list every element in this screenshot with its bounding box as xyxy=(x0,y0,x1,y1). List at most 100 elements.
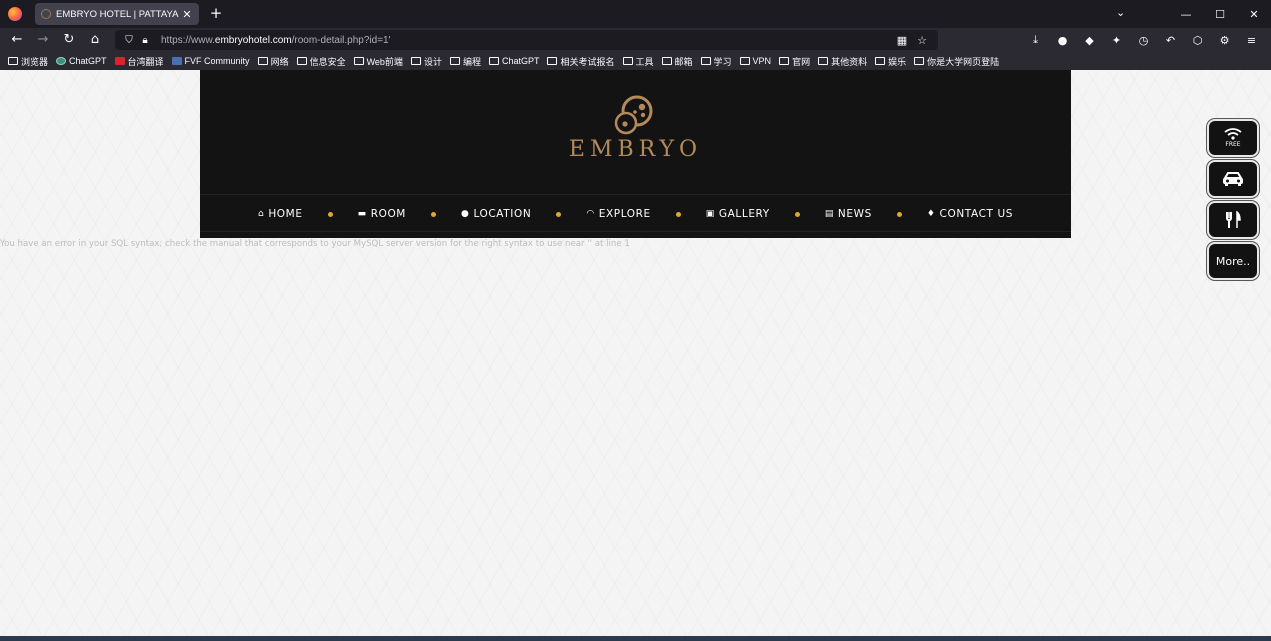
menu-item-label: NEWS xyxy=(837,208,872,220)
home-icon: ⌂ xyxy=(257,209,265,219)
bookmark-label: 学习 xyxy=(713,56,732,67)
restaurant-button[interactable] xyxy=(1207,201,1259,239)
bookmark-label: 官网 xyxy=(792,56,811,67)
bookmark-item[interactable]: 学习 xyxy=(700,55,732,68)
menu-item-news[interactable]: ▤ NEWS xyxy=(825,208,872,220)
folder-icon xyxy=(875,57,886,65)
menu-item-label: GALLERY xyxy=(718,208,770,220)
menu-item-label: EXPLORE xyxy=(598,208,651,220)
lock-icon[interactable]: 🔒︎ xyxy=(137,35,153,46)
bookmark-label: ChatGPT xyxy=(69,56,107,66)
bookmark-item[interactable]: 台湾翻译 xyxy=(114,55,164,68)
menu-separator-dot xyxy=(556,211,562,217)
history-icon[interactable]: ◷ xyxy=(1130,34,1157,47)
bookmark-label: 网络 xyxy=(270,56,289,67)
bookmark-item[interactable]: 编程 xyxy=(449,55,481,68)
menu-item-location[interactable]: ● LOCATION xyxy=(461,208,531,220)
undo-icon[interactable]: ↶ xyxy=(1157,34,1184,47)
active-tab[interactable]: EMBRYO HOTEL | PATTAYA ✕ xyxy=(35,3,199,25)
folder-icon xyxy=(547,57,558,65)
chatgpt-icon xyxy=(56,57,67,65)
profile-avatar-icon[interactable]: ● xyxy=(1049,34,1076,47)
folder-icon xyxy=(488,57,499,65)
bookmark-item[interactable]: 设计 xyxy=(410,55,442,68)
floating-action-buttons: FREE More.. xyxy=(1207,119,1259,283)
folder-icon xyxy=(353,57,364,65)
car-icon xyxy=(1223,172,1243,186)
qr-code-icon[interactable]: ▦ xyxy=(892,34,912,47)
bookmark-item[interactable]: 其他资料 xyxy=(818,55,867,68)
menu-separator-dot xyxy=(327,211,333,217)
downloads-icon[interactable]: ⤓ xyxy=(1022,33,1049,47)
url-text[interactable]: https://www.embryohotel.com/room-detail.… xyxy=(161,35,892,46)
menu-separator-dot xyxy=(896,211,902,217)
sql-error-message: You have an error in your SQL syntax; ch… xyxy=(0,239,630,249)
bookmark-item[interactable]: Web前端 xyxy=(353,55,403,68)
bookmark-item[interactable]: 娱乐 xyxy=(875,55,906,68)
bookmark-item[interactable]: 信息安全 xyxy=(296,55,346,68)
url-bar[interactable]: ⛉ 🔒︎ https://www.embryohotel.com/room-de… xyxy=(115,30,938,50)
folder-icon xyxy=(410,57,421,65)
menu-item-explore[interactable]: ◠ EXPLORE xyxy=(586,208,650,220)
extension-badge-icon[interactable]: ✦ xyxy=(1103,34,1130,47)
more-button[interactable]: More.. xyxy=(1207,242,1259,280)
back-button[interactable]: ← xyxy=(4,28,30,52)
bookmark-item[interactable]: ChatGPT xyxy=(56,56,107,66)
wifi-free-label: FREE xyxy=(1225,141,1241,148)
new-tab-button[interactable]: + xyxy=(208,5,224,21)
free-wifi-button[interactable]: FREE xyxy=(1207,119,1259,157)
menu-item-label: ROOM xyxy=(370,208,406,220)
firefox-icon[interactable] xyxy=(8,7,22,21)
bookmark-item[interactable]: FVF Community xyxy=(171,56,250,66)
tab-title: EMBRYO HOTEL | PATTAYA xyxy=(56,8,179,20)
extensions-puzzle-icon[interactable]: ⬡ xyxy=(1184,34,1211,47)
logo-wordmark[interactable]: EMBRYO xyxy=(200,137,1071,162)
minimize-button[interactable]: — xyxy=(1169,8,1203,21)
menu-hamburger-icon[interactable]: ≡ xyxy=(1238,34,1265,47)
menu-item-gallery[interactable]: ▣ GALLERY xyxy=(706,208,770,220)
bookmark-item[interactable]: 官网 xyxy=(779,55,810,68)
main-menu: ⌂ HOME ▬ ROOM ● LOCATION ◠ EXPLORE ▣ GALLERY ▤ NEWS… xyxy=(200,204,1071,224)
bookmark-item[interactable]: 网络 xyxy=(257,55,289,68)
bookmark-item[interactable]: 相关考试报名 xyxy=(547,55,615,68)
car-transfer-button[interactable] xyxy=(1207,160,1259,198)
map-marker-icon: ♦ xyxy=(926,209,936,219)
embryo-logo-icon[interactable] xyxy=(610,94,660,138)
folder-icon xyxy=(914,57,925,65)
close-tab-icon[interactable]: ✕ xyxy=(181,8,193,21)
bookmark-item[interactable]: 邮箱 xyxy=(661,55,693,68)
list-all-tabs-icon[interactable]: ⌄ xyxy=(1116,6,1125,19)
bookmark-item[interactable]: 浏览器 xyxy=(8,55,48,68)
extension-icon[interactable]: ◆ xyxy=(1076,34,1103,47)
bookmark-label: 邮箱 xyxy=(674,56,693,67)
menu-item-room[interactable]: ▬ ROOM xyxy=(358,208,406,220)
site-header: EMBRYO ⌂ HOME ▬ ROOM ● LOCATION ◠ EXPLORE ▣ GALLE… xyxy=(200,70,1071,238)
bookmark-label: 台湾翻译 xyxy=(127,56,164,67)
bookmark-label: 编程 xyxy=(462,56,481,67)
bookmark-label: 娱乐 xyxy=(888,56,907,67)
reload-button[interactable]: ↻ xyxy=(56,28,82,52)
menu-item-home[interactable]: ⌂ HOME xyxy=(258,208,303,220)
bookmark-label: 其他资料 xyxy=(831,56,868,67)
bookmark-item[interactable]: 你是大学网页登陆 xyxy=(914,55,999,68)
settings-gear-icon[interactable]: ⚙ xyxy=(1211,34,1238,47)
bookmark-label: 工具 xyxy=(635,56,654,67)
close-window-button[interactable]: ✕ xyxy=(1237,8,1271,21)
folder-icon xyxy=(739,57,750,65)
window-controls: — ☐ ✕ xyxy=(1169,0,1271,28)
bookmark-star-icon[interactable]: ☆ xyxy=(912,34,932,47)
bookmark-item[interactable]: VPN xyxy=(739,56,771,66)
bed-icon: ▬ xyxy=(357,209,367,219)
shield-icon[interactable]: ⛉ xyxy=(121,35,137,46)
taskbar-edge xyxy=(0,636,1271,641)
menu-separator-dot xyxy=(430,211,436,217)
menu-item-contact-us[interactable]: ♦ CONTACT US xyxy=(927,208,1013,220)
bookmark-item[interactable]: 工具 xyxy=(622,55,654,68)
newspaper-icon: ▤ xyxy=(824,209,834,219)
forward-button[interactable]: → xyxy=(30,28,56,52)
folder-icon xyxy=(296,57,307,65)
home-button[interactable]: ⌂ xyxy=(82,28,108,52)
more-label: More.. xyxy=(1215,254,1251,268)
maximize-button[interactable]: ☐ xyxy=(1203,8,1237,21)
bookmark-item[interactable]: ChatGPT xyxy=(488,56,539,66)
